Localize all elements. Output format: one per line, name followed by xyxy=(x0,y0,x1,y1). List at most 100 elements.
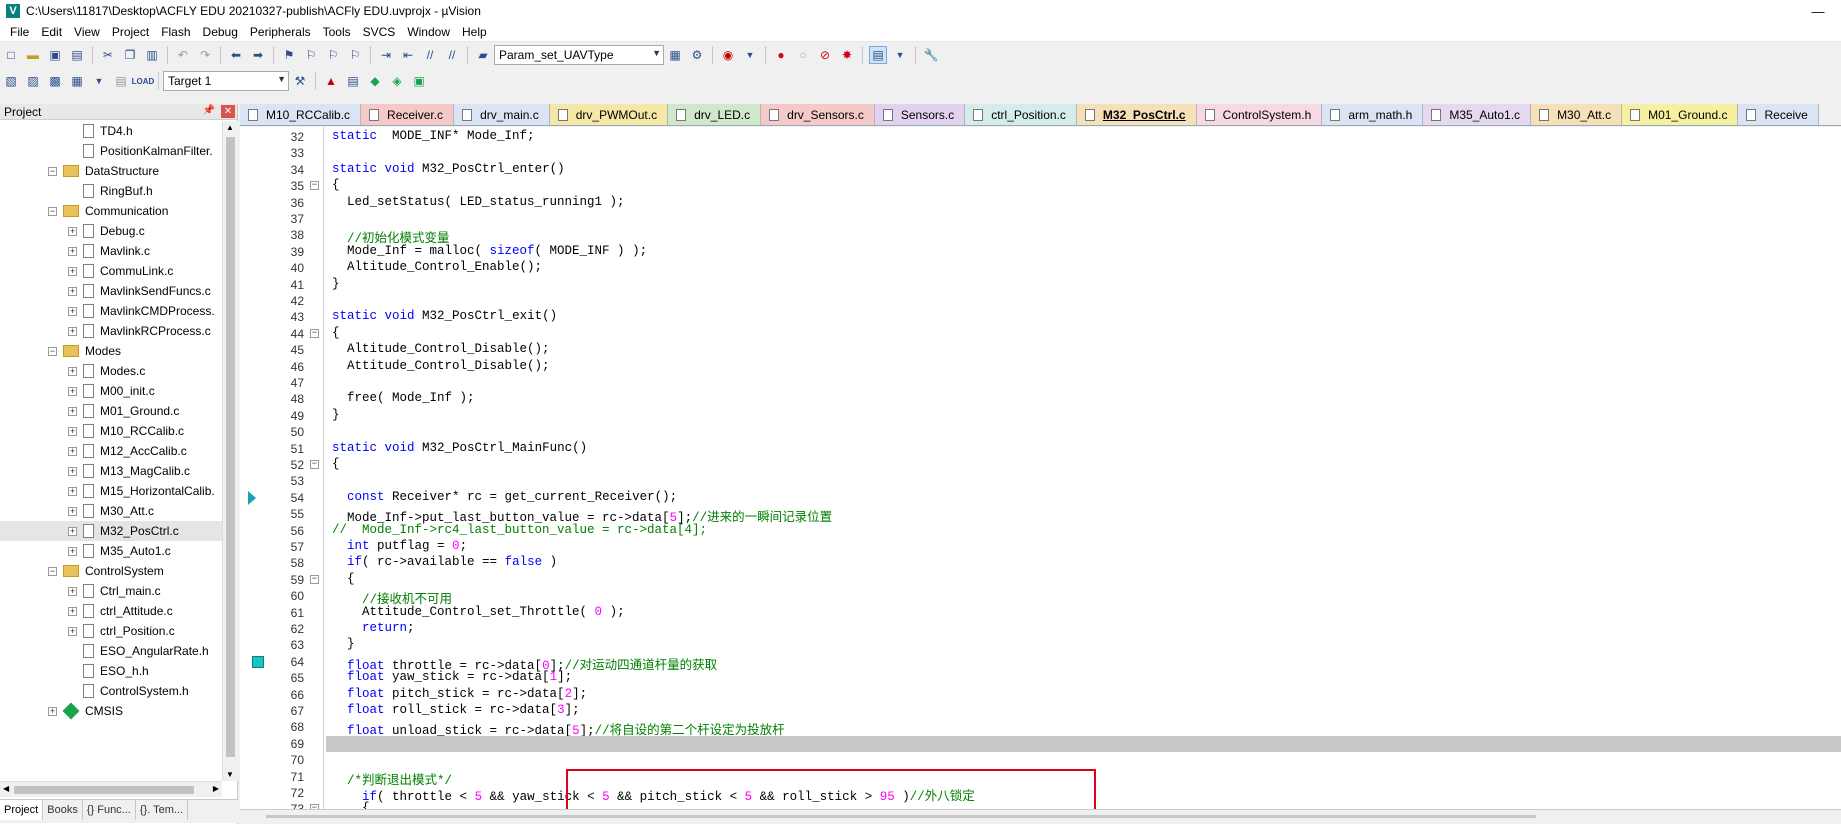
editor-tab[interactable]: M01_Ground.c xyxy=(1622,104,1739,125)
code-line[interactable]: 63 } xyxy=(240,637,1841,653)
collapse-icon[interactable]: − xyxy=(48,206,57,216)
open-folder-icon[interactable]: ▬ xyxy=(24,46,42,64)
stop-build-icon[interactable]: ▤ xyxy=(112,72,130,90)
tree-file-item[interactable]: + MavlinkCMDProcess. xyxy=(0,301,222,321)
collapse-icon[interactable]: − xyxy=(48,566,57,576)
expand-icon[interactable]: + xyxy=(68,426,77,436)
tree-file-item[interactable]: + ctrl_Attitude.c xyxy=(0,601,222,621)
scroll-left-icon[interactable]: ◀ xyxy=(3,784,9,793)
code-line[interactable]: 40 Altitude_Control_Enable(); xyxy=(240,260,1841,276)
code-line[interactable]: 54 const Receiver* rc = get_current_Rece… xyxy=(240,490,1841,506)
download-icon[interactable]: LOAD xyxy=(132,72,155,90)
manage-project-items-icon[interactable]: ▲ xyxy=(322,72,340,90)
expand-icon[interactable]: + xyxy=(68,286,77,296)
pin-icon[interactable]: 📌 xyxy=(203,105,215,116)
close-icon[interactable]: ✕ xyxy=(221,105,235,118)
panel-tab-2[interactable]: {} Func... xyxy=(83,800,136,820)
scroll-down-icon[interactable]: ▼ xyxy=(226,770,234,779)
editor-hscroll-thumb[interactable] xyxy=(266,815,1536,818)
code-line[interactable]: 71 /*判断退出模式*/ xyxy=(240,769,1841,788)
code-line[interactable]: 50 xyxy=(240,424,1841,440)
code-line[interactable]: 58 if( rc->available == false ) xyxy=(240,555,1841,571)
expand-icon[interactable]: + xyxy=(68,546,77,556)
expand-icon[interactable]: + xyxy=(68,266,77,276)
editor-tab[interactable]: Receive xyxy=(1738,104,1819,125)
comment-icon[interactable]: // xyxy=(421,46,439,64)
code-line[interactable]: 68 float unload_stick = rc->data[5];//将自… xyxy=(240,719,1841,738)
code-line[interactable]: 72 if( throttle < 5 && yaw_stick < 5 && … xyxy=(240,785,1841,804)
find-combo[interactable]: Param_set_UAVType ▼ xyxy=(494,45,664,65)
menu-tools[interactable]: Tools xyxy=(317,25,357,39)
menu-edit[interactable]: Edit xyxy=(35,25,68,39)
debug-session-icon[interactable]: ◉ xyxy=(719,46,737,64)
build-icon[interactable]: ▨ xyxy=(24,72,42,90)
code-line[interactable]: 57 int putflag = 0; xyxy=(240,539,1841,555)
tree-file-item[interactable]: RingBuf.h xyxy=(0,181,222,201)
code-line[interactable]: 60 //接收机不可用 xyxy=(240,588,1841,607)
translate-icon[interactable]: ▧ xyxy=(2,72,20,90)
bookmark-icon[interactable]: ⚑ xyxy=(280,46,298,64)
tree-file-item[interactable]: ESO_AngularRate.h xyxy=(0,641,222,661)
code-line[interactable]: 49} xyxy=(240,408,1841,424)
manage-runtime-icon[interactable]: ◆ xyxy=(366,72,384,90)
tree-file-item[interactable]: + CommuLink.c xyxy=(0,261,222,281)
code-line[interactable]: 51 static void M32_PosCtrl_MainFunc() xyxy=(240,441,1841,457)
batch-build-icon[interactable]: ▦ xyxy=(68,72,86,90)
code-line[interactable]: 45 Altitude_Control_Disable(); xyxy=(240,342,1841,358)
expand-icon[interactable]: + xyxy=(68,606,77,616)
layout-dropdown-icon[interactable]: ▼ xyxy=(891,46,909,64)
copy-icon[interactable]: ❐ xyxy=(121,46,139,64)
expand-icon[interactable]: + xyxy=(68,486,77,496)
configure-wrench-icon[interactable]: 🔧 xyxy=(922,46,940,64)
editor-tab[interactable]: M10_RCCalib.c xyxy=(240,104,362,125)
pack-installer-icon[interactable]: ◈ xyxy=(388,72,406,90)
menu-window[interactable]: Window xyxy=(401,25,456,39)
tree-horizontal-scrollbar[interactable]: ◀ ▶ xyxy=(0,781,222,797)
tree-vertical-scrollbar[interactable]: ▲ ▼ xyxy=(222,121,238,781)
tree-file-item[interactable]: + Ctrl_main.c xyxy=(0,581,222,601)
scroll-up-icon[interactable]: ▲ xyxy=(226,123,234,132)
code-line[interactable]: 69 xyxy=(240,736,1841,752)
code-line[interactable]: 42 xyxy=(240,293,1841,309)
window-layout-icon[interactable]: ▤ xyxy=(869,46,887,64)
options-for-target-icon[interactable]: ⚒ xyxy=(291,72,309,90)
editor-tab[interactable]: drv_main.c xyxy=(454,104,550,125)
find-in-files-icon[interactable]: ▦ xyxy=(666,46,684,64)
expand-icon[interactable]: + xyxy=(68,306,77,316)
minimize-button[interactable]: — xyxy=(1795,0,1841,22)
editor-tab[interactable]: M35_Auto1.c xyxy=(1423,104,1532,125)
menu-debug[interactable]: Debug xyxy=(197,25,244,39)
disable-all-breakpoints-icon[interactable]: ⊘ xyxy=(816,46,834,64)
tree-file-item[interactable]: PositionKalmanFilter. xyxy=(0,141,222,161)
fold-toggle-icon[interactable]: − xyxy=(310,574,319,584)
editor-tab[interactable]: M32_PosCtrl.c xyxy=(1076,104,1197,125)
expand-icon[interactable]: + xyxy=(68,526,77,536)
panel-tab-3[interactable]: {}. Tem... xyxy=(136,800,189,820)
editor-horizontal-scrollbar[interactable] xyxy=(240,809,1841,824)
tree-file-item[interactable]: TD4.h xyxy=(0,121,222,141)
tree-scroll-thumb[interactable] xyxy=(226,137,235,757)
navigate-forward-icon[interactable]: ➡ xyxy=(249,46,267,64)
tree-file-item[interactable]: ControlSystem.h xyxy=(0,681,222,701)
kill-all-breakpoints-icon[interactable]: ✸ xyxy=(838,46,856,64)
expand-icon[interactable]: + xyxy=(68,586,77,596)
code-line[interactable]: 34 static void M32_PosCtrl_enter() xyxy=(240,162,1841,178)
code-line[interactable]: 59− { xyxy=(240,572,1841,588)
tree-file-item[interactable]: + M30_Att.c xyxy=(0,501,222,521)
rebuild-icon[interactable]: ▩ xyxy=(46,72,64,90)
target-combo[interactable]: Target 1 ▼ xyxy=(163,71,289,91)
scroll-right-icon[interactable]: ▶ xyxy=(213,784,219,793)
code-line[interactable]: 33 xyxy=(240,145,1841,161)
tree-file-item[interactable]: ESO_h.h xyxy=(0,661,222,681)
disable-breakpoint-icon[interactable]: ○ xyxy=(794,46,812,64)
editor-tab[interactable]: arm_math.h xyxy=(1322,104,1424,125)
menu-file[interactable]: File xyxy=(4,25,35,39)
code-line[interactable]: 32 static MODE_INF* Mode_Inf; xyxy=(240,129,1841,145)
code-line[interactable]: 37 xyxy=(240,211,1841,227)
tree-file-item[interactable]: + ctrl_Position.c xyxy=(0,621,222,641)
code-line[interactable]: 46 Attitude_Control_Disable(); xyxy=(240,359,1841,375)
code-line[interactable]: 38 //初始化模式变量 xyxy=(240,227,1841,246)
code-line[interactable]: 55 Mode_Inf->put_last_button_value = rc-… xyxy=(240,506,1841,525)
batch-dropdown-icon[interactable]: ▼ xyxy=(90,72,108,90)
paste-icon[interactable]: ▥ xyxy=(143,46,161,64)
